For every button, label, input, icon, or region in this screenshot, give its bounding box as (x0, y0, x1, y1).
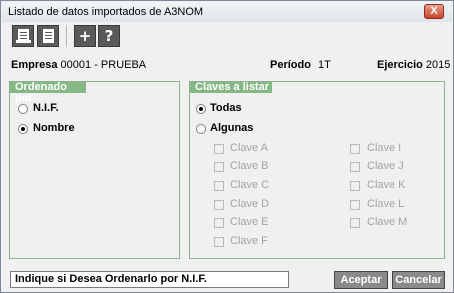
clave-a-label: Clave A (230, 142, 268, 154)
window-title: Listado de datos importados de A3NOM (8, 6, 204, 18)
clave-c-label: Clave C (230, 179, 270, 191)
nif-label[interactable]: N.I.F. (33, 102, 59, 114)
aceptar-button[interactable]: Aceptar (334, 271, 388, 289)
clave-j-checkbox[interactable] (350, 162, 360, 172)
todas-radio[interactable] (196, 104, 206, 114)
clave-b-label: Clave B (230, 160, 269, 172)
help-button[interactable]: ? (98, 25, 120, 47)
clave-f-label: Clave F (230, 235, 268, 247)
cancelar-button[interactable]: Cancelar (392, 271, 445, 289)
clave-l-checkbox[interactable] (350, 200, 360, 210)
toolbar: + ? (2, 22, 452, 52)
clave-j-label: Clave J (367, 160, 404, 172)
plus-button[interactable]: + (74, 25, 96, 47)
ejercicio-info: Ejercicio 2015 (377, 59, 450, 71)
algunas-label[interactable]: Algunas (210, 122, 253, 134)
clave-k-label: Clave K (367, 179, 406, 191)
empresa-label: Empresa (11, 59, 58, 71)
clave-a-checkbox[interactable] (214, 144, 224, 154)
clave-i-checkbox[interactable] (350, 144, 360, 154)
clave-f-checkbox[interactable] (214, 237, 224, 247)
clave-b-checkbox[interactable] (214, 162, 224, 172)
close-button[interactable]: X (424, 4, 444, 19)
title-bar[interactable]: Listado de datos importados de A3NOM X (2, 2, 452, 22)
periodo-label: Período (270, 59, 311, 71)
claves-title: Claves a listar (190, 82, 272, 93)
ejercicio-label: Ejercicio (377, 59, 423, 71)
nif-radio[interactable] (18, 104, 28, 114)
ejercicio-value: 2015 (425, 59, 451, 71)
clave-i-label: Clave I (367, 142, 402, 154)
clave-l-label: Clave L (367, 198, 405, 210)
todas-label[interactable]: Todas (210, 102, 242, 114)
empresa-info: Empresa 00001 - PRUEBA (11, 59, 146, 71)
document-icon (43, 29, 54, 43)
claves-a-listar-group: Claves a listar Todas Algunas Clave A Cl… (189, 81, 445, 259)
clave-m-label: Clave M (367, 216, 408, 228)
nombre-radio[interactable] (18, 124, 28, 134)
clave-e-checkbox[interactable] (214, 218, 224, 228)
status-bar: Indique si Desea Ordenarlo por N.I.F. (10, 271, 289, 288)
clave-c-checkbox[interactable] (214, 181, 224, 191)
clave-d-label: Clave D (230, 198, 270, 210)
clave-e-label: Clave E (230, 216, 269, 228)
nombre-label[interactable]: Nombre (33, 122, 75, 134)
empresa-value: 00001 - PRUEBA (60, 59, 147, 71)
dialog-window: Listado de datos importados de A3NOM X +… (0, 0, 454, 293)
clave-m-checkbox[interactable] (350, 218, 360, 228)
clave-k-checkbox[interactable] (350, 181, 360, 191)
toolbar-separator (66, 25, 67, 47)
print-button[interactable] (12, 25, 34, 47)
ordenado-por-title: Ordenado por (10, 82, 86, 104)
clave-d-checkbox[interactable] (214, 200, 224, 210)
algunas-radio[interactable] (196, 124, 206, 134)
periodo-info: Período 1T (270, 59, 331, 71)
periodo-value: 1T (318, 59, 331, 71)
ordenado-por-group: Ordenado por N.I.F. Nombre (9, 81, 180, 259)
preview-button[interactable] (37, 25, 59, 47)
